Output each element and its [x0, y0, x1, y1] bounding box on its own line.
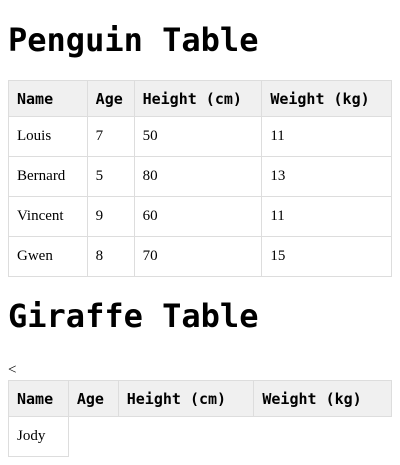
cell-name: Jody [8, 416, 69, 457]
cell-name: Louis [8, 116, 88, 157]
cell-weight: 11 [261, 196, 392, 237]
empty-cell [68, 417, 118, 457]
cell-name: Vincent [8, 196, 88, 237]
giraffe-table: Name Age Height (cm) Weight (kg) Jody [8, 380, 392, 457]
table-row: Bernard 5 80 13 [8, 156, 392, 197]
empty-cell [254, 417, 392, 457]
cell-height: 80 [133, 156, 263, 197]
cell-height: 50 [133, 116, 263, 157]
cell-weight: 15 [261, 236, 392, 277]
table-header-row: Name Age Height (cm) Weight (kg) [8, 380, 392, 417]
giraffe-table-title: Giraffe Table [8, 297, 259, 335]
column-header-name: Name [8, 80, 88, 117]
cell-name: Bernard [8, 156, 88, 197]
penguin-table: Name Age Height (cm) Weight (kg) Louis 7… [8, 80, 392, 277]
column-header-age: Age [67, 380, 119, 417]
cell-name: Gwen [8, 236, 88, 277]
column-header-age: Age [86, 80, 135, 117]
table-row: Vincent 9 60 11 [8, 196, 392, 237]
cell-age: 9 [86, 196, 135, 237]
cell-height: 60 [133, 196, 263, 237]
cell-weight: 11 [261, 116, 392, 157]
table-row: Louis 7 50 11 [8, 116, 392, 157]
cell-weight: 13 [261, 156, 392, 197]
cell-age: 8 [86, 236, 135, 277]
column-header-height: Height (cm) [133, 80, 263, 117]
column-header-height: Height (cm) [117, 380, 255, 417]
table-header-row: Name Age Height (cm) Weight (kg) [8, 80, 392, 117]
cell-age: 5 [86, 156, 135, 197]
column-header-weight: Weight (kg) [253, 380, 392, 417]
stray-text: < [8, 362, 17, 378]
cell-age: 7 [86, 116, 135, 157]
cell-height: 70 [133, 236, 263, 277]
empty-cell [118, 417, 254, 457]
column-header-weight: Weight (kg) [261, 80, 392, 117]
column-header-name: Name [8, 380, 69, 417]
table-row: Gwen 8 70 15 [8, 236, 392, 277]
table-row: Jody [8, 416, 392, 457]
penguin-table-title: Penguin Table [8, 21, 259, 59]
